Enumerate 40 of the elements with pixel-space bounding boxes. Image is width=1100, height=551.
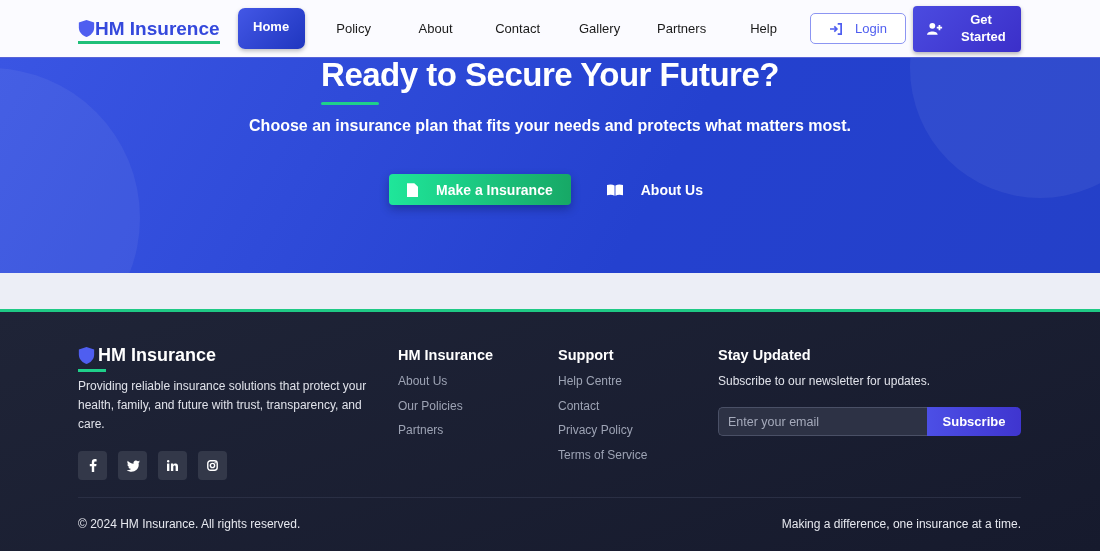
shield-icon — [78, 19, 95, 38]
nav-link[interactable]: About — [394, 21, 477, 36]
footer-link[interactable]: Partners — [398, 423, 558, 438]
footer-heading: Support — [558, 346, 615, 365]
get-started-button[interactable]: Get Started — [913, 5, 1021, 52]
login-button[interactable]: Login — [810, 13, 906, 44]
hero-subtitle: Choose an insurance plan that fits your needs and protects what matters most. — [249, 117, 851, 135]
subscribe-button[interactable]: Subscribe — [927, 407, 1021, 436]
copyright-text: © 2024 HM Insurance. All rights reserved. — [78, 517, 301, 531]
logo-link[interactable]: HM Insurence — [78, 17, 220, 44]
footer-heading: Stay Updated — [718, 346, 812, 365]
book-icon — [606, 183, 623, 196]
about-us-button[interactable]: About Us — [598, 174, 711, 205]
user-plus-icon — [927, 22, 943, 35]
footer-link[interactable]: Our Policies — [398, 398, 558, 414]
nav-link[interactable]: Partners — [640, 21, 723, 36]
footer-tagline: Making a difference, one insurance at a time. — [781, 517, 1021, 531]
hero-title: Ready to Secure Your Future? — [321, 58, 779, 94]
facebook-icon[interactable] — [78, 451, 107, 480]
footer-heading: HM Insurance — [398, 346, 495, 365]
nav-link[interactable]: Gallery — [558, 21, 641, 36]
nav-link[interactable]: Contact — [476, 21, 559, 36]
footer-link[interactable]: Terms of Service — [558, 447, 718, 463]
nav-link[interactable]: Help — [722, 21, 805, 36]
nav-link[interactable]: Home — [237, 8, 305, 49]
linkedin-icon[interactable] — [158, 451, 187, 480]
shield-icon — [78, 346, 95, 365]
footer-link[interactable]: About Us — [398, 374, 558, 389]
footer-link[interactable]: Privacy Policy — [558, 423, 718, 438]
twitter-icon[interactable] — [118, 451, 147, 480]
footer-link[interactable]: Contact — [558, 398, 718, 414]
instagram-icon[interactable] — [198, 451, 227, 480]
login-icon — [829, 22, 844, 35]
footer-brand: HM Insurance — [98, 345, 217, 366]
email-field[interactable]: Enter your email — [718, 407, 927, 436]
nav-link[interactable]: Policy — [312, 21, 395, 36]
footer-link[interactable]: Help Centre — [558, 374, 718, 389]
footer-description: Providing reliable insurance solutions that protect your health, family, and future with trust, transparency, and care. — [78, 378, 368, 433]
document-icon — [407, 182, 418, 197]
newsletter-text: Subscribe to our newsletter for updates. — [718, 374, 932, 388]
